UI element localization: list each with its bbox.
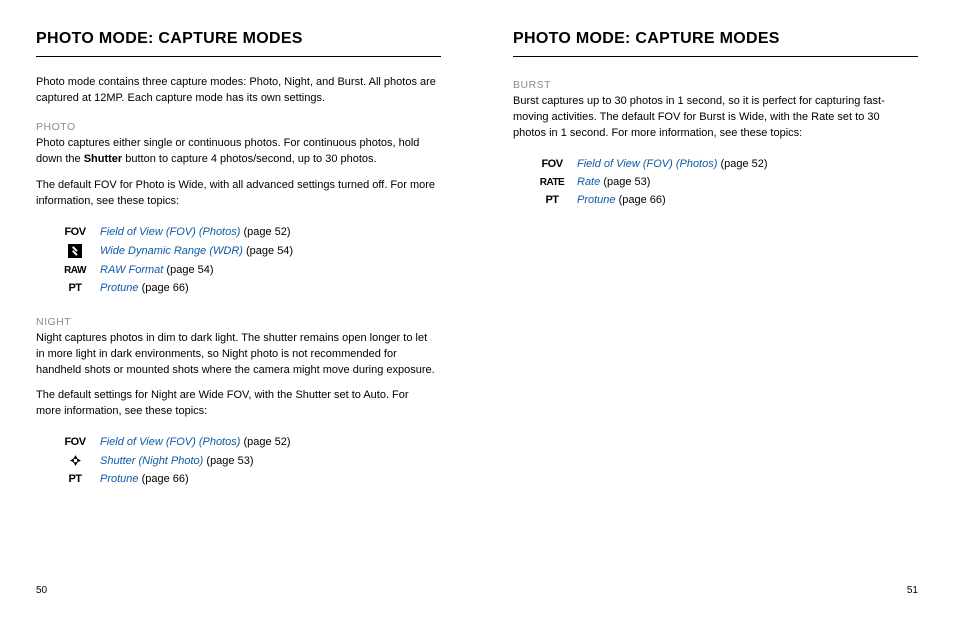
link-row: PT Protune (page 66) bbox=[537, 194, 918, 206]
link-protune[interactable]: Protune bbox=[577, 194, 616, 206]
night-links: FOV Field of View (FOV) (Photos) (page 5… bbox=[60, 436, 441, 491]
night-paragraph-2: The default settings for Night are Wide … bbox=[36, 388, 436, 420]
page-title: PHOTO MODE: CAPTURE MODES bbox=[513, 30, 918, 57]
page-ref: (page 66) bbox=[142, 282, 189, 294]
link-row: Wide Dynamic Range (WDR) (page 54) bbox=[60, 244, 441, 258]
aperture-icon bbox=[60, 454, 90, 467]
page-number: 50 bbox=[36, 585, 47, 596]
rate-icon: RATE bbox=[537, 176, 567, 188]
link-fov[interactable]: Field of View (FOV) (Photos) bbox=[100, 226, 240, 238]
protune-icon: PT bbox=[537, 194, 567, 206]
fov-icon: FOV bbox=[537, 158, 567, 170]
link-rate[interactable]: Rate bbox=[577, 176, 600, 188]
page-ref: (page 53) bbox=[603, 176, 650, 188]
page-ref: (page 52) bbox=[243, 226, 290, 238]
burst-paragraph-1: Burst captures up to 30 photos in 1 seco… bbox=[513, 94, 913, 142]
photo-paragraph-1: Photo captures either single or continuo… bbox=[36, 136, 436, 168]
link-fov[interactable]: Field of View (FOV) (Photos) bbox=[100, 436, 240, 448]
page-ref: (page 54) bbox=[166, 264, 213, 276]
text: button to capture 4 photos/second, up to… bbox=[122, 153, 376, 165]
intro-text: Photo mode contains three capture modes:… bbox=[36, 75, 436, 107]
section-label-photo: PHOTO bbox=[36, 121, 441, 133]
photo-paragraph-2: The default FOV for Photo is Wide, with … bbox=[36, 178, 436, 210]
link-row: PT Protune (page 66) bbox=[60, 473, 441, 485]
page-ref: (page 52) bbox=[720, 158, 767, 170]
page-ref: (page 52) bbox=[243, 436, 290, 448]
link-raw[interactable]: RAW Format bbox=[100, 264, 163, 276]
burst-links: FOV Field of View (FOV) (Photos) (page 5… bbox=[537, 158, 918, 212]
night-paragraph-1: Night captures photos in dim to dark lig… bbox=[36, 331, 436, 379]
bold-shutter: Shutter bbox=[84, 153, 123, 165]
link-shutter-night[interactable]: Shutter (Night Photo) bbox=[100, 455, 203, 467]
photo-links: FOV Field of View (FOV) (Photos) (page 5… bbox=[60, 226, 441, 300]
link-fov[interactable]: Field of View (FOV) (Photos) bbox=[577, 158, 717, 170]
raw-icon: RAW bbox=[60, 264, 90, 276]
page-right: PHOTO MODE: CAPTURE MODES BURST Burst ca… bbox=[477, 0, 954, 618]
page-ref: (page 66) bbox=[142, 473, 189, 485]
section-label-burst: BURST bbox=[513, 79, 918, 91]
link-row: RATE Rate (page 53) bbox=[537, 176, 918, 188]
protune-icon: PT bbox=[60, 282, 90, 294]
page-title: PHOTO MODE: CAPTURE MODES bbox=[36, 30, 441, 57]
link-row: FOV Field of View (FOV) (Photos) (page 5… bbox=[60, 226, 441, 238]
protune-icon: PT bbox=[60, 473, 90, 485]
fov-icon: FOV bbox=[60, 226, 90, 238]
link-wdr[interactable]: Wide Dynamic Range (WDR) bbox=[100, 245, 243, 257]
page-ref: (page 66) bbox=[619, 194, 666, 206]
section-label-night: NIGHT bbox=[36, 316, 441, 328]
link-row: Shutter (Night Photo) (page 53) bbox=[60, 454, 441, 467]
link-protune[interactable]: Protune bbox=[100, 282, 139, 294]
link-row: PT Protune (page 66) bbox=[60, 282, 441, 294]
link-row: FOV Field of View (FOV) (Photos) (page 5… bbox=[60, 436, 441, 448]
page-ref: (page 53) bbox=[206, 455, 253, 467]
fov-icon: FOV bbox=[60, 436, 90, 448]
wdr-icon bbox=[60, 244, 90, 258]
link-row: RAW RAW Format (page 54) bbox=[60, 264, 441, 276]
page-left: PHOTO MODE: CAPTURE MODES Photo mode con… bbox=[0, 0, 477, 618]
page-ref: (page 54) bbox=[246, 245, 293, 257]
page-number: 51 bbox=[907, 585, 918, 596]
link-row: FOV Field of View (FOV) (Photos) (page 5… bbox=[537, 158, 918, 170]
link-protune[interactable]: Protune bbox=[100, 473, 139, 485]
